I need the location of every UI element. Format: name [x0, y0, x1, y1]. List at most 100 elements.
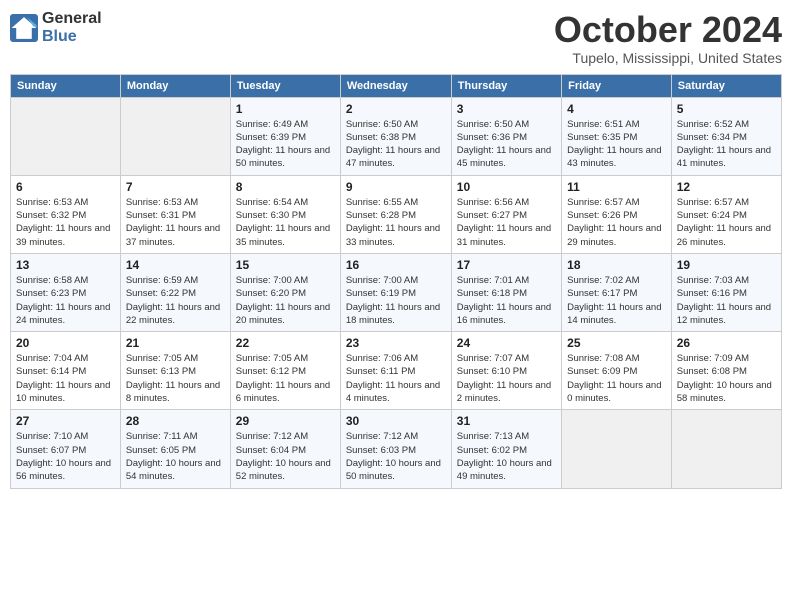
calendar-day-cell: [671, 410, 781, 488]
calendar-header-row: SundayMondayTuesdayWednesdayThursdayFrid…: [11, 74, 782, 97]
calendar-header-cell: Wednesday: [340, 74, 451, 97]
day-info: Sunrise: 6:53 AM Sunset: 6:31 PM Dayligh…: [126, 196, 225, 249]
day-number: 8: [236, 180, 335, 194]
calendar-day-cell: 25 Sunrise: 7:08 AM Sunset: 6:09 PM Dayl…: [562, 332, 672, 410]
day-info: Sunrise: 6:54 AM Sunset: 6:30 PM Dayligh…: [236, 196, 335, 249]
calendar-day-cell: 2 Sunrise: 6:50 AM Sunset: 6:38 PM Dayli…: [340, 97, 451, 175]
day-info: Sunrise: 7:05 AM Sunset: 6:12 PM Dayligh…: [236, 352, 335, 405]
calendar-day-cell: 4 Sunrise: 6:51 AM Sunset: 6:35 PM Dayli…: [562, 97, 672, 175]
day-info: Sunrise: 6:59 AM Sunset: 6:22 PM Dayligh…: [126, 274, 225, 327]
day-number: 20: [16, 336, 115, 350]
day-number: 27: [16, 414, 115, 428]
calendar-day-cell: 24 Sunrise: 7:07 AM Sunset: 6:10 PM Dayl…: [451, 332, 561, 410]
calendar-day-cell: 13 Sunrise: 6:58 AM Sunset: 6:23 PM Dayl…: [11, 253, 121, 331]
day-info: Sunrise: 6:56 AM Sunset: 6:27 PM Dayligh…: [457, 196, 556, 249]
logo: General Blue: [10, 10, 102, 47]
calendar-day-cell: 11 Sunrise: 6:57 AM Sunset: 6:26 PM Dayl…: [562, 175, 672, 253]
day-info: Sunrise: 6:53 AM Sunset: 6:32 PM Dayligh…: [16, 196, 115, 249]
calendar-header-cell: Friday: [562, 74, 672, 97]
calendar-day-cell: 27 Sunrise: 7:10 AM Sunset: 6:07 PM Dayl…: [11, 410, 121, 488]
day-info: Sunrise: 7:04 AM Sunset: 6:14 PM Dayligh…: [16, 352, 115, 405]
day-info: Sunrise: 7:11 AM Sunset: 6:05 PM Dayligh…: [126, 430, 225, 483]
day-number: 14: [126, 258, 225, 272]
day-number: 10: [457, 180, 556, 194]
day-info: Sunrise: 7:01 AM Sunset: 6:18 PM Dayligh…: [457, 274, 556, 327]
calendar-day-cell: [11, 97, 121, 175]
calendar-day-cell: 22 Sunrise: 7:05 AM Sunset: 6:12 PM Dayl…: [230, 332, 340, 410]
calendar-day-cell: 19 Sunrise: 7:03 AM Sunset: 6:16 PM Dayl…: [671, 253, 781, 331]
calendar-day-cell: 30 Sunrise: 7:12 AM Sunset: 6:03 PM Dayl…: [340, 410, 451, 488]
day-info: Sunrise: 7:09 AM Sunset: 6:08 PM Dayligh…: [677, 352, 776, 405]
day-info: Sunrise: 6:52 AM Sunset: 6:34 PM Dayligh…: [677, 118, 776, 171]
title-area: October 2024 Tupelo, Mississippi, United…: [554, 10, 782, 66]
day-number: 12: [677, 180, 776, 194]
day-info: Sunrise: 7:02 AM Sunset: 6:17 PM Dayligh…: [567, 274, 666, 327]
day-number: 11: [567, 180, 666, 194]
calendar-week-row: 13 Sunrise: 6:58 AM Sunset: 6:23 PM Dayl…: [11, 253, 782, 331]
day-info: Sunrise: 7:12 AM Sunset: 6:03 PM Dayligh…: [346, 430, 446, 483]
calendar-day-cell: 7 Sunrise: 6:53 AM Sunset: 6:31 PM Dayli…: [120, 175, 230, 253]
day-number: 15: [236, 258, 335, 272]
day-number: 30: [346, 414, 446, 428]
calendar-day-cell: 17 Sunrise: 7:01 AM Sunset: 6:18 PM Dayl…: [451, 253, 561, 331]
calendar-day-cell: 23 Sunrise: 7:06 AM Sunset: 6:11 PM Dayl…: [340, 332, 451, 410]
calendar-day-cell: 21 Sunrise: 7:05 AM Sunset: 6:13 PM Dayl…: [120, 332, 230, 410]
calendar-day-cell: 15 Sunrise: 7:00 AM Sunset: 6:20 PM Dayl…: [230, 253, 340, 331]
location-title: Tupelo, Mississippi, United States: [554, 50, 782, 66]
calendar-week-row: 27 Sunrise: 7:10 AM Sunset: 6:07 PM Dayl…: [11, 410, 782, 488]
day-number: 25: [567, 336, 666, 350]
logo-line1: General: [42, 10, 102, 28]
day-number: 4: [567, 102, 666, 116]
day-info: Sunrise: 6:50 AM Sunset: 6:36 PM Dayligh…: [457, 118, 556, 171]
calendar-day-cell: 3 Sunrise: 6:50 AM Sunset: 6:36 PM Dayli…: [451, 97, 561, 175]
day-number: 13: [16, 258, 115, 272]
calendar-week-row: 20 Sunrise: 7:04 AM Sunset: 6:14 PM Dayl…: [11, 332, 782, 410]
day-info: Sunrise: 6:49 AM Sunset: 6:39 PM Dayligh…: [236, 118, 335, 171]
calendar-week-row: 1 Sunrise: 6:49 AM Sunset: 6:39 PM Dayli…: [11, 97, 782, 175]
day-info: Sunrise: 6:58 AM Sunset: 6:23 PM Dayligh…: [16, 274, 115, 327]
calendar-body: 1 Sunrise: 6:49 AM Sunset: 6:39 PM Dayli…: [11, 97, 782, 488]
day-info: Sunrise: 7:00 AM Sunset: 6:19 PM Dayligh…: [346, 274, 446, 327]
day-info: Sunrise: 6:51 AM Sunset: 6:35 PM Dayligh…: [567, 118, 666, 171]
day-info: Sunrise: 7:08 AM Sunset: 6:09 PM Dayligh…: [567, 352, 666, 405]
day-number: 24: [457, 336, 556, 350]
day-info: Sunrise: 7:12 AM Sunset: 6:04 PM Dayligh…: [236, 430, 335, 483]
day-info: Sunrise: 6:57 AM Sunset: 6:24 PM Dayligh…: [677, 196, 776, 249]
calendar-header-cell: Sunday: [11, 74, 121, 97]
calendar-header-cell: Tuesday: [230, 74, 340, 97]
day-info: Sunrise: 7:13 AM Sunset: 6:02 PM Dayligh…: [457, 430, 556, 483]
day-number: 23: [346, 336, 446, 350]
calendar-day-cell: 9 Sunrise: 6:55 AM Sunset: 6:28 PM Dayli…: [340, 175, 451, 253]
calendar-header-cell: Saturday: [671, 74, 781, 97]
calendar-day-cell: 18 Sunrise: 7:02 AM Sunset: 6:17 PM Dayl…: [562, 253, 672, 331]
day-number: 18: [567, 258, 666, 272]
day-number: 29: [236, 414, 335, 428]
day-number: 19: [677, 258, 776, 272]
day-number: 7: [126, 180, 225, 194]
calendar-day-cell: 10 Sunrise: 6:56 AM Sunset: 6:27 PM Dayl…: [451, 175, 561, 253]
calendar-day-cell: 12 Sunrise: 6:57 AM Sunset: 6:24 PM Dayl…: [671, 175, 781, 253]
day-number: 28: [126, 414, 225, 428]
day-number: 5: [677, 102, 776, 116]
day-number: 31: [457, 414, 556, 428]
calendar-table: SundayMondayTuesdayWednesdayThursdayFrid…: [10, 74, 782, 489]
day-info: Sunrise: 6:50 AM Sunset: 6:38 PM Dayligh…: [346, 118, 446, 171]
calendar-header-cell: Thursday: [451, 74, 561, 97]
day-info: Sunrise: 6:57 AM Sunset: 6:26 PM Dayligh…: [567, 196, 666, 249]
day-number: 21: [126, 336, 225, 350]
calendar-day-cell: 5 Sunrise: 6:52 AM Sunset: 6:34 PM Dayli…: [671, 97, 781, 175]
day-number: 22: [236, 336, 335, 350]
day-number: 3: [457, 102, 556, 116]
day-info: Sunrise: 7:10 AM Sunset: 6:07 PM Dayligh…: [16, 430, 115, 483]
day-info: Sunrise: 7:07 AM Sunset: 6:10 PM Dayligh…: [457, 352, 556, 405]
calendar-day-cell: 26 Sunrise: 7:09 AM Sunset: 6:08 PM Dayl…: [671, 332, 781, 410]
calendar-header-cell: Monday: [120, 74, 230, 97]
calendar-day-cell: 1 Sunrise: 6:49 AM Sunset: 6:39 PM Dayli…: [230, 97, 340, 175]
day-number: 26: [677, 336, 776, 350]
day-number: 6: [16, 180, 115, 194]
calendar-day-cell: [562, 410, 672, 488]
day-info: Sunrise: 7:00 AM Sunset: 6:20 PM Dayligh…: [236, 274, 335, 327]
calendar-day-cell: 8 Sunrise: 6:54 AM Sunset: 6:30 PM Dayli…: [230, 175, 340, 253]
logo-line2: Blue: [42, 28, 102, 46]
day-info: Sunrise: 7:03 AM Sunset: 6:16 PM Dayligh…: [677, 274, 776, 327]
